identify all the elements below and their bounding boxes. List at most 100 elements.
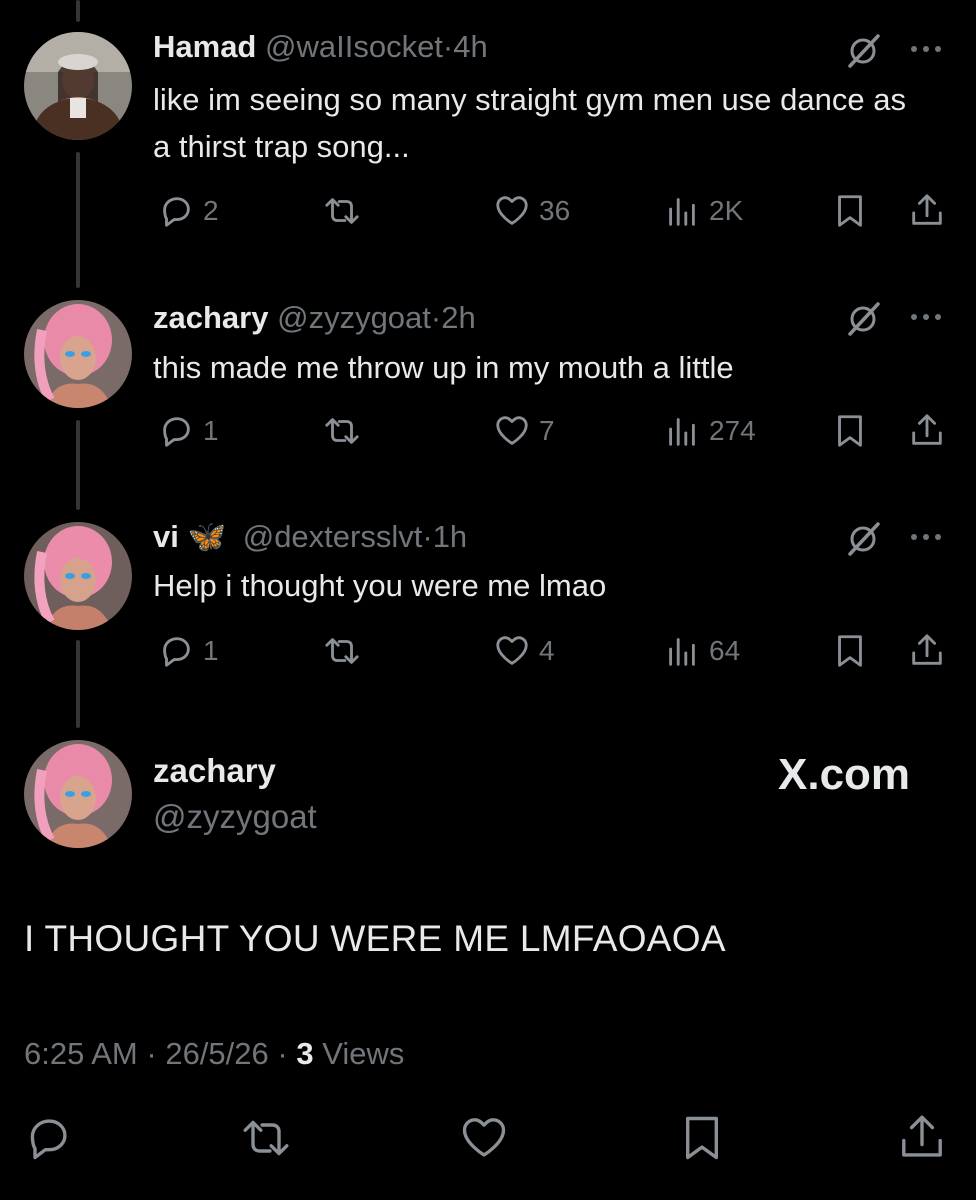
tweet-header: Hamad @waIIsocket·4h — [153, 29, 488, 65]
separator: · — [146, 1036, 157, 1071]
like-count: 7 — [539, 415, 555, 446]
bookmark-button[interactable] — [831, 192, 869, 230]
share-icon — [912, 414, 942, 445]
like-button[interactable]: 36 — [493, 192, 570, 230]
tweet-header: vi 🦋 @dextersslvt·1h — [153, 518, 467, 555]
bookmark-button[interactable] — [831, 632, 869, 670]
repost-button[interactable] — [323, 192, 361, 230]
reply-count: 2 — [203, 195, 219, 226]
bookmark-icon — [686, 1116, 718, 1160]
repost-button[interactable] — [323, 412, 361, 450]
user-handle[interactable]: @dextersslvt — [243, 519, 423, 554]
reply-icon — [163, 197, 190, 227]
action-bar: 2 36 2K — [153, 192, 953, 236]
views-button[interactable]: 2K — [663, 192, 743, 230]
share-button[interactable] — [896, 1112, 948, 1169]
bookmark-button[interactable] — [676, 1112, 728, 1169]
reply-icon — [163, 417, 190, 447]
display-name[interactable]: vi — [153, 519, 179, 554]
post-date[interactable]: 26/5/26 — [165, 1036, 268, 1071]
view-count: 64 — [709, 635, 741, 666]
timestamp[interactable]: 1h — [433, 519, 467, 554]
reply-button[interactable]: 1 — [157, 632, 219, 670]
bookmark-icon — [838, 195, 862, 227]
user-handle[interactable]: @zyzygoat — [153, 798, 317, 836]
display-name[interactable]: zachary — [153, 752, 276, 790]
like-button[interactable]: 7 — [493, 412, 555, 450]
like-count: 4 — [539, 635, 555, 666]
tweet-header: zachary @zyzygoat·2h — [153, 300, 476, 336]
views-button[interactable]: 64 — [663, 632, 740, 670]
grok-icon[interactable] — [844, 30, 884, 70]
more-options-icon[interactable] — [906, 528, 946, 548]
heart-icon — [496, 416, 528, 445]
user-handle[interactable]: @waIIsocket — [265, 29, 443, 64]
separator: · — [442, 29, 454, 64]
views-icon — [669, 198, 695, 226]
heart-icon — [462, 1118, 506, 1157]
heart-icon — [496, 636, 528, 665]
views-button[interactable]: 274 — [663, 412, 756, 450]
action-bar: 1 4 64 — [153, 632, 953, 676]
action-bar: 1 7 274 — [153, 412, 953, 456]
display-name[interactable]: Hamad — [153, 29, 256, 64]
repost-icon — [325, 638, 359, 664]
reply-tweet[interactable]: vi 🦋 @dextersslvt·1h Help i thought you … — [0, 510, 976, 740]
avatar[interactable] — [24, 740, 132, 848]
reply-count: 1 — [203, 415, 219, 446]
view-count: 274 — [709, 415, 756, 446]
like-button[interactable] — [458, 1112, 510, 1169]
timestamp[interactable]: 2h — [441, 300, 475, 335]
reply-button[interactable]: 1 — [157, 412, 219, 450]
repost-button[interactable] — [240, 1112, 292, 1169]
share-icon — [902, 1115, 942, 1157]
bookmark-button[interactable] — [831, 412, 869, 450]
reply-button[interactable]: 2 — [157, 192, 219, 230]
share-button[interactable] — [908, 632, 946, 670]
repost-button[interactable] — [323, 632, 361, 670]
bookmark-icon — [838, 415, 862, 447]
separator: · — [430, 300, 442, 335]
views-icon — [669, 418, 695, 446]
reply-icon — [163, 637, 190, 667]
reply-icon — [30, 1119, 67, 1160]
reply-tweet[interactable]: Hamad @waIIsocket·4h like im seeing so m… — [0, 0, 976, 280]
repost-icon — [325, 198, 359, 224]
avatar[interactable] — [24, 32, 132, 140]
views-icon — [669, 638, 695, 666]
more-options-icon[interactable] — [906, 40, 946, 60]
separator: · — [277, 1036, 288, 1071]
heart-icon — [496, 196, 528, 225]
post-action-bar — [0, 1112, 976, 1172]
share-button[interactable] — [908, 192, 946, 230]
reply-count: 1 — [203, 635, 219, 666]
repost-icon — [325, 418, 359, 444]
share-icon — [912, 634, 942, 665]
timestamp[interactable]: 4h — [453, 29, 487, 64]
separator: · — [422, 519, 433, 554]
x-watermark: X.com — [778, 750, 911, 799]
view-count: 2K — [709, 195, 744, 226]
tweet-text: this made me throw up in my mouth a litt… — [153, 350, 734, 385]
tweet-text: like im seeing so many straight gym men … — [153, 82, 906, 164]
post-meta: 6:25 AM · 26/5/26 · 3 Views — [24, 1036, 404, 1072]
reply-button[interactable] — [22, 1112, 74, 1169]
grok-icon[interactable] — [844, 518, 884, 558]
share-button[interactable] — [908, 412, 946, 450]
user-handle[interactable]: @zyzygoat — [277, 300, 431, 335]
reply-tweet[interactable]: zachary @zyzygoat·2h this made me throw … — [0, 280, 976, 510]
avatar[interactable] — [24, 522, 132, 630]
views-count: 3 — [296, 1036, 314, 1071]
display-name[interactable]: zachary — [153, 300, 268, 335]
avatar[interactable] — [24, 300, 132, 408]
butterfly-emoji: 🦋 — [187, 519, 227, 554]
tweet-text: Help i thought you were me lmao — [153, 568, 607, 603]
like-count: 36 — [539, 195, 571, 226]
share-icon — [912, 194, 942, 225]
post-text: I THOUGHT YOU WERE ME LMFAOAOA — [24, 918, 726, 959]
more-options-icon[interactable] — [906, 308, 946, 328]
post-time[interactable]: 6:25 AM — [24, 1036, 138, 1071]
like-button[interactable]: 4 — [493, 632, 555, 670]
bookmark-icon — [838, 635, 862, 667]
grok-icon[interactable] — [844, 298, 884, 338]
